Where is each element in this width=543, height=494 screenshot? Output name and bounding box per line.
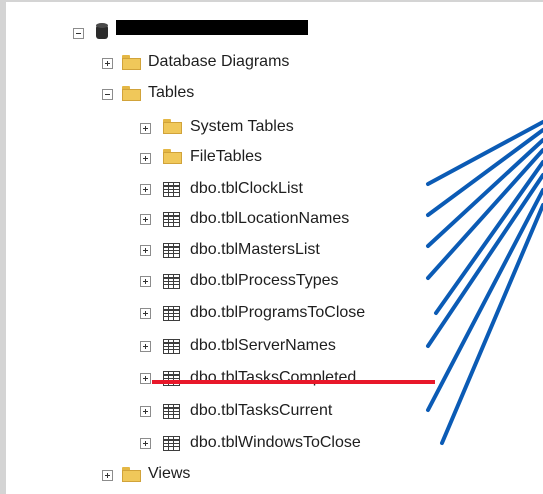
annotation-line: [440, 203, 543, 445]
annotation-lines: [426, 120, 543, 445]
annotation-line: [426, 138, 543, 248]
